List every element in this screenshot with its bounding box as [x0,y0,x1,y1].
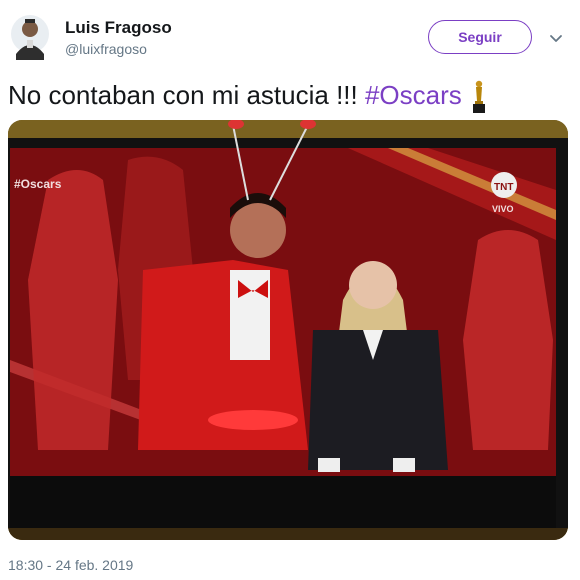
user-handle[interactable]: @luixfragoso [65,41,147,57]
screen-hashtag-overlay: #Oscars [14,177,62,191]
svg-text:TNT: TNT [494,182,513,193]
user-name[interactable]: Luis Fragoso [65,18,172,38]
hashtag-link[interactable]: #Oscars [365,80,462,110]
tweet-body: No contaban con mi astucia !!! [8,80,365,110]
tweet-card: Luis Fragoso @luixfragoso Seguir No cont… [0,0,580,580]
follow-button[interactable]: Seguir [428,20,532,54]
oscar-trophy-icon [470,79,488,115]
chevron-down-icon[interactable] [548,30,564,46]
tweet-media-image[interactable]: #Oscars TNT VIVO [8,120,568,540]
channel-live-label: VIVO [492,204,514,214]
tweet-text: No contaban con mi astucia !!! #Oscars [8,78,488,115]
avatar[interactable] [10,14,50,64]
tweet-timestamp[interactable]: 18:30 - 24 feb. 2019 [8,557,133,573]
